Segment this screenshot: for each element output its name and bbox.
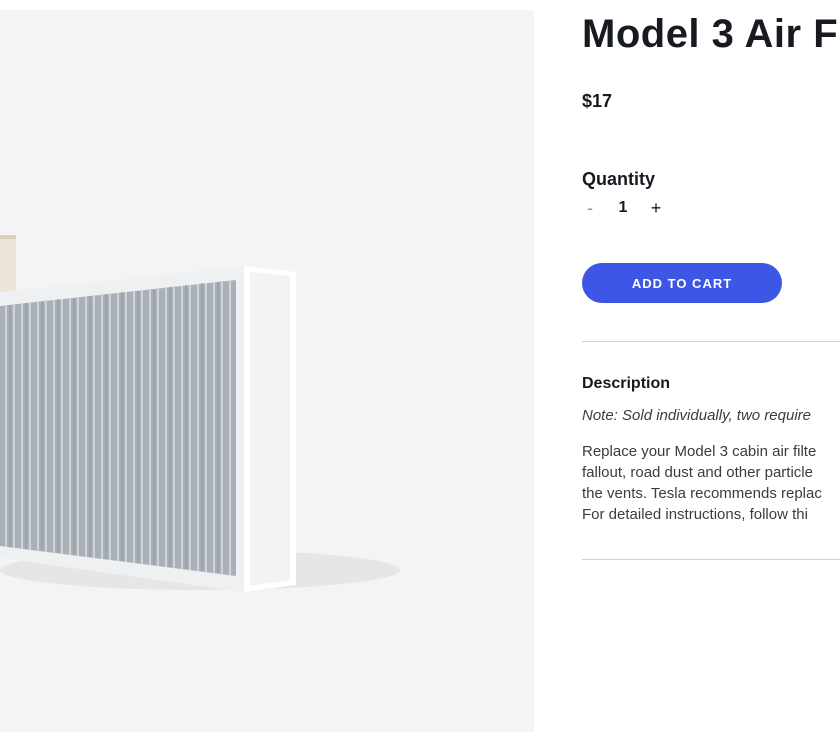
product-page: Model 3 Air F $17 Quantity - 1 + ADD TO …	[0, 0, 840, 732]
product-title: Model 3 Air F	[582, 12, 839, 56]
description-line: fallout, road dust and other particle	[582, 464, 813, 481]
product-image-gallery[interactable]	[0, 10, 534, 732]
description-line: Replace your Model 3 cabin air filte	[582, 443, 817, 460]
increment-button[interactable]: +	[646, 196, 666, 220]
quantity-value[interactable]: 1	[600, 199, 646, 217]
description-heading[interactable]: Description	[582, 374, 670, 394]
decrement-button[interactable]: -	[580, 196, 600, 220]
quantity-stepper: - 1 +	[582, 196, 666, 220]
quantity-label: Quantity	[582, 169, 656, 189]
add-to-cart-button[interactable]: ADD TO CART	[582, 263, 782, 303]
description-body: Replace your Model 3 cabin air filte fal…	[582, 441, 822, 525]
description-line: the vents. Tesla recommends replac	[582, 485, 822, 502]
cabin-air-filter-image	[0, 235, 400, 592]
product-price: $17	[582, 91, 613, 111]
divider-bottom	[582, 559, 840, 560]
description-line: For detailed instructions, follow thi	[582, 506, 808, 523]
description-note: Note: Sold individually, two require	[582, 407, 812, 424]
divider-top	[582, 341, 840, 342]
